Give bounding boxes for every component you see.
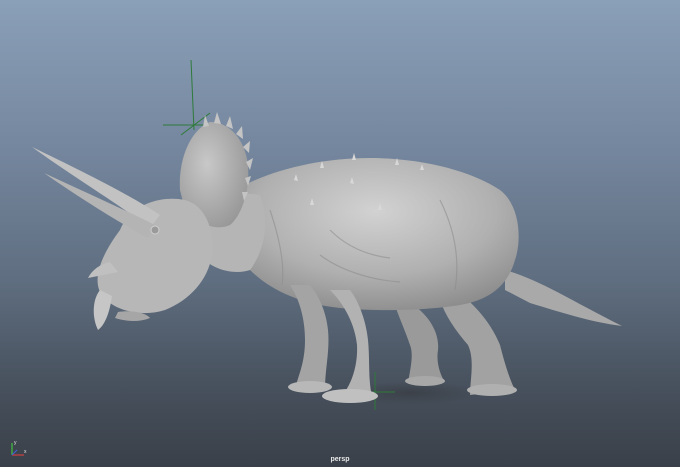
viewport-persp[interactable]: y x persp bbox=[0, 0, 680, 467]
scene-canvas[interactable] bbox=[0, 0, 680, 467]
camera-name-label: persp bbox=[330, 456, 350, 463]
triceratops-model[interactable] bbox=[32, 112, 622, 403]
axis-y-label: y bbox=[14, 440, 17, 446]
axis-x-label: x bbox=[24, 449, 27, 455]
